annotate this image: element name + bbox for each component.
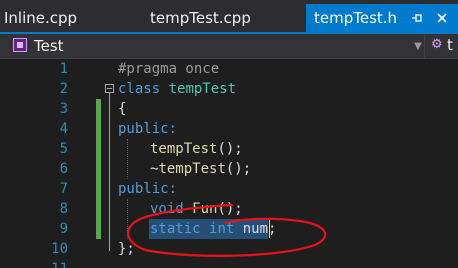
line-number: 7 — [59, 181, 68, 197]
keyword: static — [150, 221, 201, 237]
punctuation: (); — [217, 201, 243, 217]
class-icon — [13, 38, 27, 52]
code-line: 5 tempTest(); — [0, 139, 458, 159]
line-number: 6 — [59, 161, 68, 177]
line-number: 8 — [59, 201, 68, 217]
tab-inline-cpp[interactable]: Inline.cpp — [4, 4, 77, 32]
code-text: void Fun(); — [150, 199, 243, 219]
text-caret — [269, 220, 270, 238]
code-text: public: — [118, 181, 178, 197]
code-line: 8 void Fun(); — [0, 199, 458, 219]
tab-temptest-h[interactable]: tempTest.h — [306, 4, 458, 34]
code-editor[interactable]: 1 #pragma once 2 class tempTest 3 { 4 pu… — [0, 59, 458, 268]
code-line: 1 #pragma once — [0, 59, 458, 79]
line-number: 5 — [59, 141, 68, 157]
code-line: 4 public: — [0, 119, 458, 139]
code-line: 6 ~tempTest(); — [0, 159, 458, 179]
code-line: 7 public: — [0, 179, 458, 199]
keyword: int — [209, 221, 235, 237]
line-number: 11 — [38, 259, 68, 268]
code-line: 2 class tempTest — [0, 79, 458, 99]
pin-icon[interactable] — [407, 5, 427, 31]
punctuation: (); — [217, 141, 243, 157]
line-number: 9 — [59, 221, 68, 237]
function-name: tempTest — [158, 161, 226, 177]
code-text: }; — [118, 241, 135, 257]
function-name: tempTest — [150, 141, 218, 157]
close-icon[interactable] — [432, 5, 452, 31]
collapse-icon[interactable] — [105, 84, 114, 93]
identifier: num; — [242, 221, 277, 237]
code-text: class tempTest — [118, 79, 236, 99]
punctuation: (); — [225, 161, 252, 177]
code-text: static int num; — [150, 219, 276, 239]
code-line-selected: 9 static int num; — [0, 219, 458, 239]
code-text: tempTest(); — [150, 139, 243, 159]
line-number: 4 — [59, 121, 68, 137]
visual-studio-window: Inline.cpp tempTest.cpp tempTest.h Test — [0, 0, 458, 268]
scope-dropdown[interactable]: Test ▼ — [10, 36, 422, 56]
line-number: 1 — [59, 61, 68, 77]
class-name: tempTest — [168, 81, 237, 97]
tab-label: Inline.cpp — [4, 9, 78, 27]
tab-temptest-cpp[interactable]: tempTest.cpp — [150, 4, 251, 32]
line-number: 10 — [51, 241, 68, 257]
code-text: ~tempTest(); — [150, 159, 251, 179]
member-icon: ⚙ — [431, 37, 443, 52]
tab-label: tempTest.h — [314, 9, 398, 27]
function-name: Fun — [192, 201, 218, 217]
line-number: 3 — [59, 101, 68, 117]
code-line: 11 — [0, 259, 458, 268]
navigation-bar: Test ▼ ⚙ t — [0, 34, 458, 59]
scope-label: Test — [34, 37, 64, 55]
document-tab-strip: Inline.cpp tempTest.cpp tempTest.h — [0, 0, 458, 34]
divider — [424, 34, 425, 58]
tab-label: tempTest.cpp — [150, 9, 251, 27]
code-line: 3 { — [0, 99, 458, 119]
keyword: void — [150, 201, 184, 217]
code-text: { — [118, 101, 127, 117]
line-number: 2 — [59, 81, 68, 97]
code-line: 10 }; — [0, 239, 458, 259]
code-text: #pragma once — [118, 61, 220, 77]
member-dropdown-label[interactable]: t — [447, 35, 453, 55]
code-text: public: — [118, 121, 178, 137]
keyword: class — [118, 81, 161, 97]
